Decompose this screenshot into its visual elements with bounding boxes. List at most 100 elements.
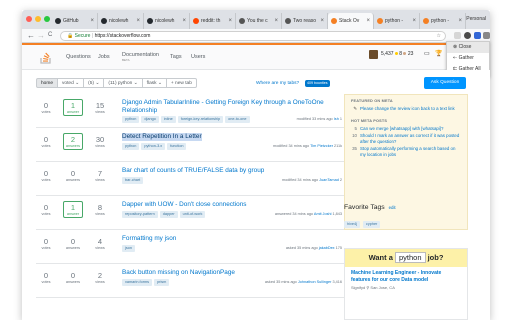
profile-button[interactable]: Personal	[466, 16, 486, 22]
browser-tab[interactable]: python - ×	[374, 13, 420, 29]
ask-question-button[interactable]: Ask Question	[424, 77, 466, 89]
question-title-link[interactable]: Detect Repetition In a Letter	[122, 133, 202, 141]
main-content: home voted ⌄ (5) ⌄ (11) python ⌄ flask ⌄…	[22, 70, 490, 320]
favorite-tag[interactable]: hive4j	[344, 221, 360, 228]
minimize-window-button[interactable]	[35, 16, 41, 22]
question-tag[interactable]: unit-of-work	[179, 211, 206, 218]
user-link[interactable]: Tim Pietzcker	[310, 144, 333, 148]
question-tag[interactable]: inline	[160, 116, 176, 123]
close-tab-icon[interactable]: ×	[412, 18, 416, 24]
question-tag[interactable]: function	[167, 143, 187, 150]
question-title-link[interactable]: Dapper with UOW - Don't close connection…	[122, 201, 342, 209]
question-tag[interactable]: python-3.x	[141, 143, 166, 150]
edit-favorite-tags-link[interactable]: edit	[389, 205, 396, 210]
user-link[interactable]: Amit Joshi	[314, 212, 332, 216]
question-tag[interactable]: json	[122, 245, 135, 252]
nav-documentation[interactable]: Documentation BETA	[122, 52, 159, 62]
reputation-badges[interactable]: 5,437 8 23	[381, 51, 413, 57]
achievements-icon[interactable]: 🏆	[435, 50, 442, 57]
filter-flask[interactable]: flask ⌄	[142, 78, 167, 88]
question-title-link[interactable]: Back button missing on NavigationPage	[122, 269, 342, 277]
popup-close-item[interactable]: ⊗ Close	[447, 42, 489, 53]
question-title-link[interactable]: Bar chart of counts of TRUE/FALSE data b…	[122, 167, 342, 175]
browser-tab[interactable]: nicolewh ×	[144, 13, 190, 29]
close-tab-icon[interactable]: ×	[228, 18, 232, 24]
nav-tags[interactable]: Tags	[170, 54, 182, 60]
address-bar[interactable]: 🔒 Secure | https://stackoverflow.com ☆	[60, 31, 446, 41]
question-title-link[interactable]: Django Admin TabularInline - Getting For…	[122, 99, 342, 115]
back-button[interactable]: ←	[27, 31, 35, 40]
nav-questions[interactable]: Questions	[66, 54, 91, 60]
nav-users[interactable]: Users	[191, 54, 205, 60]
close-tab-icon[interactable]: ×	[366, 18, 370, 24]
browser-tab[interactable]: nicolewh ×	[98, 13, 144, 29]
filter-voted[interactable]: voted ⌄	[58, 78, 85, 88]
maximize-window-button[interactable]	[44, 16, 50, 22]
job-ad-box[interactable]: Want a python job? Machine Learning Engi…	[344, 248, 468, 320]
hot-meta-link[interactable]: Can we merge [whatsapp] with [whatsapi]?	[360, 126, 443, 132]
extension-icon[interactable]	[483, 32, 490, 39]
question-title-link[interactable]: Formatting my json	[122, 235, 342, 243]
avatar[interactable]	[369, 50, 378, 59]
hot-meta-item[interactable]: 10 Should I mark an answer as correct if …	[345, 132, 467, 145]
filter-count[interactable]: (5) ⌄	[84, 78, 105, 88]
extension-icon[interactable]	[454, 32, 461, 39]
close-tab-icon[interactable]: ×	[136, 18, 140, 24]
browser-tab[interactable]: reddit: th ×	[190, 13, 236, 29]
question-tag[interactable]: python	[122, 116, 140, 123]
hot-meta-item[interactable]: 35 Stop automatically performing a search…	[345, 145, 467, 158]
browser-tab[interactable]: GitHub ×	[52, 13, 98, 29]
filter-home[interactable]: home	[36, 78, 58, 88]
question-tag[interactable]: django	[141, 116, 159, 123]
hot-meta-link[interactable]: Should I mark an answer as correct if it…	[360, 133, 461, 144]
question-tag[interactable]: dapper	[159, 211, 178, 218]
question-tag[interactable]: foreign-key-relationship	[177, 116, 224, 123]
inbox-icon[interactable]: ▭	[424, 50, 430, 57]
popup-gather-item[interactable]: ⇠ Gather	[447, 53, 489, 64]
user-link[interactable]: Johnathon Sullinger	[298, 280, 332, 284]
bounties-badge[interactable]: 409 bounties	[305, 80, 330, 87]
views-label: views	[95, 212, 105, 216]
nav-jobs[interactable]: Jobs	[98, 54, 110, 60]
close-tab-icon[interactable]: ×	[320, 18, 324, 24]
filter-python[interactable]: (11) python ⌄	[104, 78, 143, 88]
hot-meta-item[interactable]: 5 Can we merge [whatsapp] with [whatsapi]…	[345, 125, 467, 133]
close-tab-icon[interactable]: ×	[274, 18, 278, 24]
close-tab-icon[interactable]: ×	[90, 18, 94, 24]
job-ad-title[interactable]: Machine Learning Engineer - Innovate fea…	[345, 267, 467, 283]
votes-count: 0	[43, 169, 49, 178]
user-link[interactable]: Ish	[334, 117, 339, 121]
close-tab-icon[interactable]: ×	[182, 18, 186, 24]
question-tag[interactable]: bar-chart	[122, 177, 144, 184]
votes-count: 0	[43, 203, 49, 212]
browser-tab[interactable]: python - ×	[420, 13, 466, 29]
featured-meta-item[interactable]: ✎ Please change the review icon back to …	[345, 105, 467, 113]
question-tags: repository-pattern dapper unit-of-work	[122, 211, 206, 218]
forward-button[interactable]: →	[37, 31, 45, 40]
featured-meta-link[interactable]: Please change the review icon back to a …	[360, 106, 455, 112]
new-tab-button[interactable]: + new tab	[166, 78, 197, 88]
user-link[interactable]: JuanTamad	[319, 178, 339, 182]
browser-tab[interactable]: You the c ×	[236, 13, 282, 29]
reload-button[interactable]: C	[48, 32, 52, 38]
favorite-tag[interactable]: cypher	[362, 221, 381, 228]
close-window-button[interactable]	[26, 16, 32, 22]
close-tab-icon[interactable]: ×	[458, 18, 462, 24]
bookmark-star-icon[interactable]: ☆	[437, 32, 441, 41]
extension-icon[interactable]	[464, 32, 471, 39]
hot-meta-score: 10	[352, 133, 357, 138]
views-stat: 30 views	[90, 135, 110, 149]
question-tag[interactable]: xamarin.forms	[122, 279, 153, 286]
browser-tab[interactable]: Two reaso ×	[282, 13, 328, 29]
gather-extension-icon[interactable]	[474, 32, 481, 39]
browser-tab[interactable]: Stack Ov ×	[328, 13, 374, 29]
question-tag[interactable]: one-to-one	[225, 116, 250, 123]
hot-meta-link[interactable]: Stop automatically performing a search b…	[360, 146, 461, 157]
question-tag[interactable]: python	[122, 143, 140, 150]
stackoverflow-logo-icon[interactable]	[40, 50, 52, 64]
answers-count: 0	[70, 169, 76, 178]
question-tag[interactable]: prism	[154, 279, 170, 286]
user-link[interactable]: jakabDex	[319, 246, 335, 250]
where-are-my-tabs-link[interactable]: Where are my tabs?	[256, 81, 299, 86]
question-tag[interactable]: repository-pattern	[122, 211, 158, 218]
